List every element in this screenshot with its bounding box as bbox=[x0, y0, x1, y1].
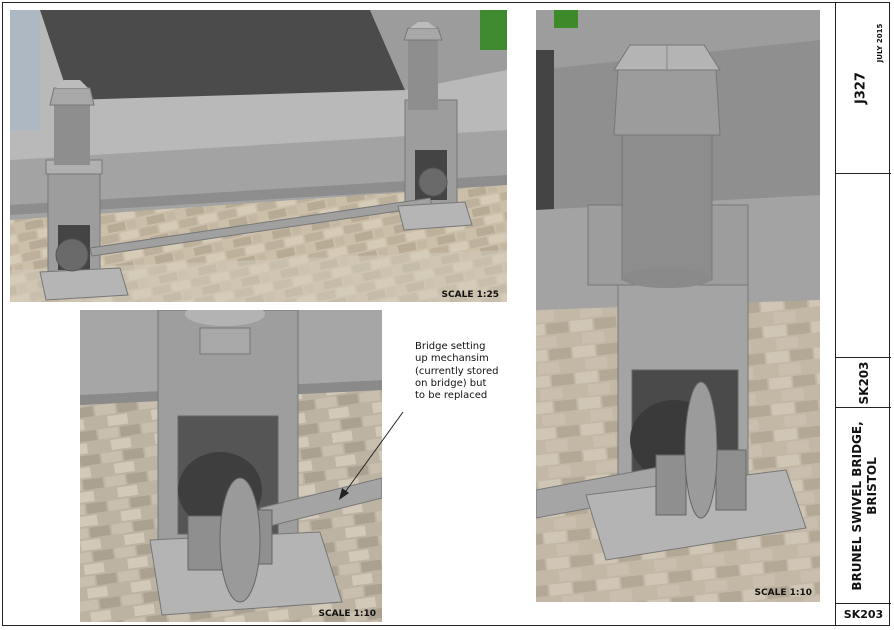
title-cell: BRUNEL SWIVEL BRIDGE, BRISTOL bbox=[836, 408, 891, 604]
drawing-number: SK203 bbox=[856, 361, 871, 404]
drawing-title-line1: BRUNEL SWIVEL BRIDGE, bbox=[849, 420, 864, 591]
job-number: J327 bbox=[853, 71, 869, 104]
blank-cell bbox=[836, 174, 891, 358]
sheet-number: SK203 bbox=[843, 608, 884, 621]
scale-label: SCALE 1:10 bbox=[754, 588, 812, 598]
drawing-title-line2: BRISTOL bbox=[865, 457, 880, 515]
view-pillar-detail: SCALE 1:10 bbox=[536, 10, 820, 602]
drawing-date: JULY 2015 bbox=[876, 23, 884, 63]
drawing-number-cell: SK203 bbox=[836, 358, 891, 408]
job-cell: J327 JULY 2015 bbox=[836, 2, 891, 174]
title-block: J327 JULY 2015 SK203 BRUNEL SWIVEL BRIDG… bbox=[835, 2, 891, 626]
